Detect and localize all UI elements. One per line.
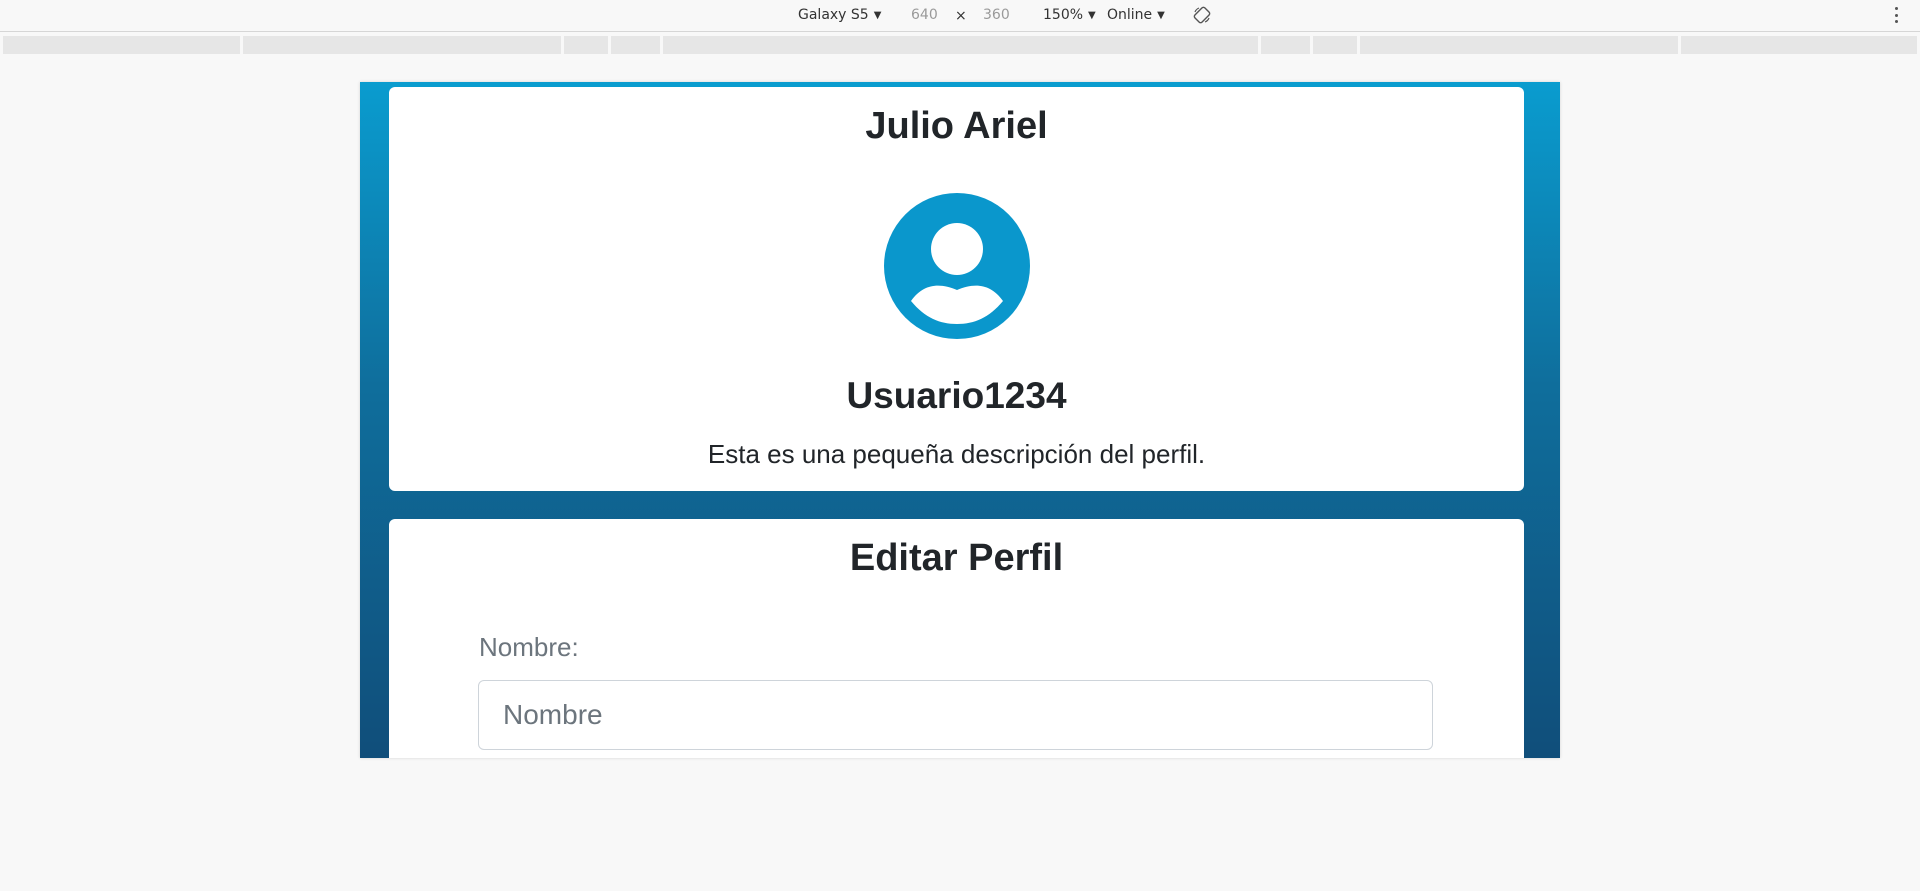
media-query-segment[interactable] <box>243 36 561 54</box>
height-input[interactable]: 360 <box>983 7 1010 23</box>
rotate-icon[interactable] <box>1193 6 1211 24</box>
more-options-icon[interactable] <box>1893 5 1899 25</box>
chevron-down-icon: ▼ <box>1157 9 1165 21</box>
media-query-segment[interactable] <box>1261 36 1310 54</box>
devtools-device-toolbar: Galaxy S5 ▼ 640 × 360 150% ▼ Online ▼ <box>0 0 1920 32</box>
width-input[interactable]: 640 <box>911 7 938 23</box>
media-query-segment[interactable] <box>1360 36 1678 54</box>
device-name: Galaxy S5 <box>798 7 869 23</box>
media-query-segment[interactable] <box>1681 36 1917 54</box>
edit-profile-card: Editar Perfil Nombre: <box>389 519 1524 758</box>
device-select[interactable]: Galaxy S5 ▼ <box>798 7 881 23</box>
name-input[interactable] <box>478 680 1433 750</box>
dimension-separator: × <box>955 8 967 24</box>
network-throttle-select[interactable]: Online ▼ <box>1107 7 1165 23</box>
network-value: Online <box>1107 7 1153 23</box>
zoom-select[interactable]: 150% ▼ <box>1043 7 1096 23</box>
media-query-bar <box>0 36 1920 54</box>
edit-profile-title: Editar Perfil <box>849 537 1064 579</box>
profile-name: Julio Ariel <box>865 105 1048 147</box>
zoom-value: 150% <box>1043 7 1084 23</box>
profile-description: Esta es una pequeña descripción del perf… <box>707 439 1206 469</box>
chevron-down-icon: ▼ <box>1088 9 1096 21</box>
media-query-segment[interactable] <box>564 36 608 54</box>
profile-card: Julio Ariel Usuario1234 Esta es una pequ… <box>389 87 1524 491</box>
profile-username: Usuario1234 <box>846 375 1067 416</box>
media-query-segment[interactable] <box>663 36 1258 54</box>
name-label: Nombre: <box>479 632 579 662</box>
device-viewport: Julio Ariel Usuario1234 Esta es una pequ… <box>360 82 1560 758</box>
media-query-segment[interactable] <box>611 36 660 54</box>
chevron-down-icon: ▼ <box>873 9 882 21</box>
user-avatar-icon <box>884 193 1030 339</box>
media-query-segment[interactable] <box>1313 36 1357 54</box>
media-query-segment[interactable] <box>3 36 240 54</box>
